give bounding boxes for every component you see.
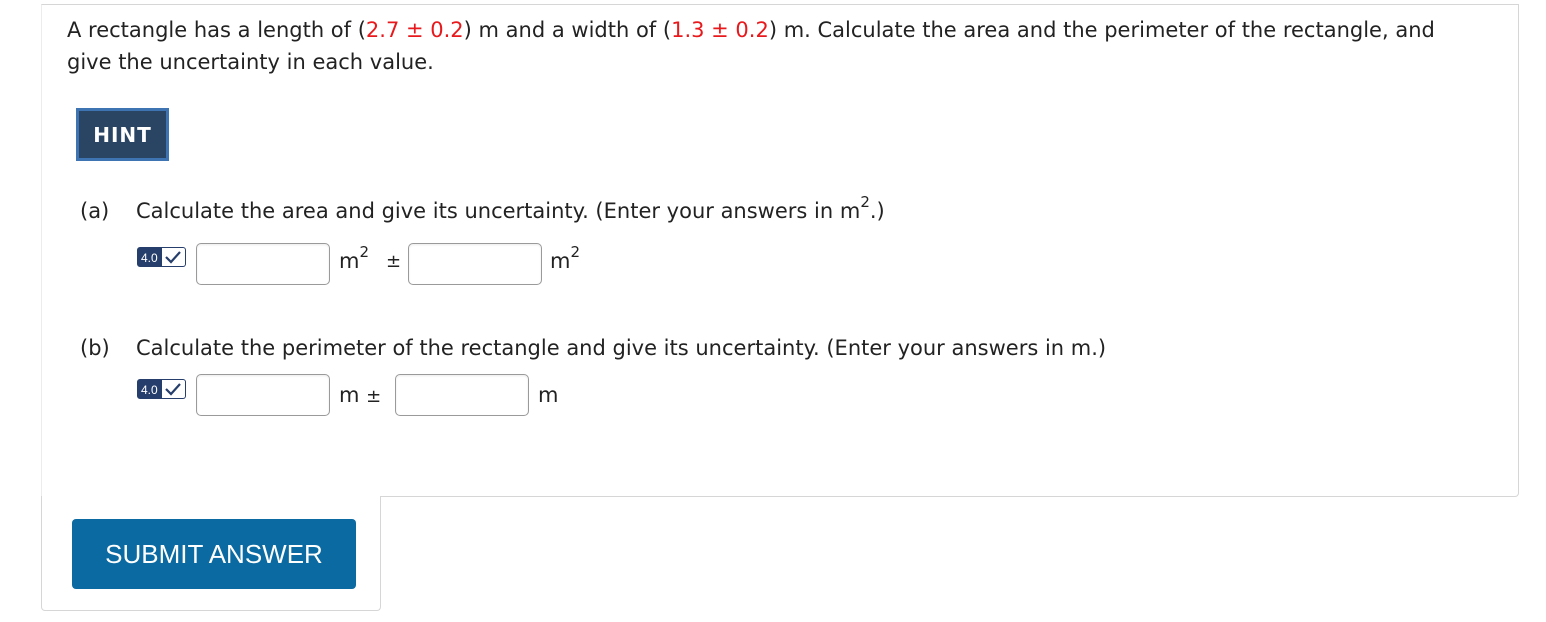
part-b-badge-value: 4.0 [137, 379, 162, 399]
part-a-letter: (a) [80, 199, 110, 223]
submit-panel-join [42, 494, 380, 498]
part-a-prompt-sup: 2 [860, 193, 870, 211]
part-b-unit-1: m ± [339, 383, 381, 407]
unit-sup: 2 [359, 243, 370, 261]
checkmark-icon [161, 379, 186, 399]
part-a-badge-value: 4.0 [137, 247, 162, 267]
question-text-part: A rectangle has a length of ( [67, 18, 366, 42]
part-b-plusminus: ± [366, 386, 382, 407]
part-a-badge: 4.0 [137, 245, 189, 269]
part-a-unit-1: m2 [339, 245, 369, 274]
part-b-prompt: (b) Calculate the perimeter of the rectan… [80, 333, 1106, 363]
part-b-unit-2: m [538, 383, 559, 407]
submit-answer-button[interactable]: SUBMIT ANSWER [72, 519, 356, 589]
area-value-input[interactable] [196, 243, 330, 285]
part-a-prompt: (a) Calculate the area and give its uncer… [80, 193, 885, 226]
part-a-prompt-text: Calculate the area and give its uncertai… [136, 199, 861, 223]
perimeter-uncertainty-input[interactable] [395, 374, 529, 416]
checkmark-icon [161, 247, 186, 267]
part-b-badge: 4.0 [137, 377, 189, 401]
part-a-unit-2: m2 [550, 245, 580, 274]
width-value: 1.3 ± 0.2 [671, 18, 769, 42]
area-uncertainty-input[interactable] [408, 243, 542, 285]
question-text-part: ) m and a width of ( [463, 18, 672, 42]
unit-text: m [550, 249, 571, 273]
unit-text: m [339, 249, 360, 273]
hint-button[interactable]: HINT [76, 108, 169, 161]
part-b-prompt-text: Calculate the perimeter of the rectangle… [136, 336, 1107, 360]
part-a-prompt-end: .) [869, 199, 885, 223]
part-b-letter: (b) [80, 336, 110, 360]
question-text: A rectangle has a length of (2.7 ± 0.2) … [67, 14, 1467, 78]
unit-text: m [339, 383, 360, 407]
unit-sup: 2 [570, 243, 581, 261]
length-value: 2.7 ± 0.2 [365, 18, 464, 42]
part-a-plusminus: ± [386, 251, 402, 272]
perimeter-value-input[interactable] [196, 374, 330, 416]
